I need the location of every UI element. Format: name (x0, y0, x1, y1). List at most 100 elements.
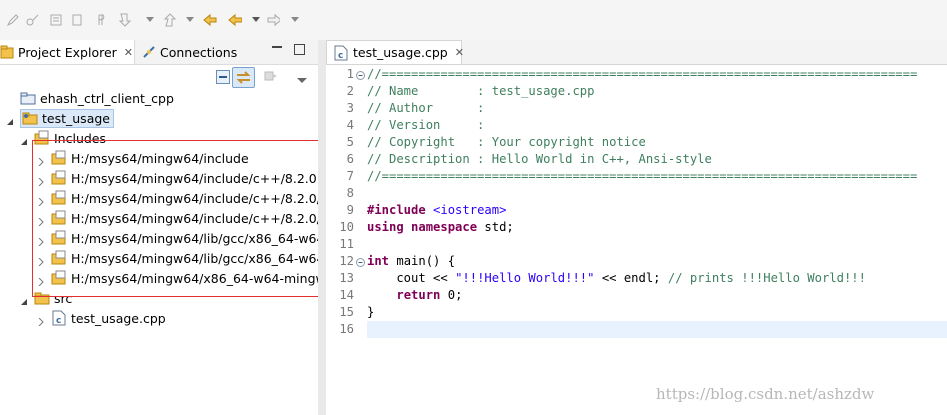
editor-tab-label: test_usage.cpp (353, 45, 448, 60)
tree-item-label: H:/msys64/mingw64/x86_64-w64-mingw32/ (71, 270, 346, 286)
last-edit-location-icon[interactable] (203, 13, 217, 27)
tree-item-includes[interactable]: Includes (20, 128, 106, 148)
line-number: 15 (339, 305, 354, 319)
close-icon[interactable]: ✕ (455, 46, 464, 59)
tree-item-label: src (54, 290, 73, 306)
selected-project[interactable]: test_usage (20, 108, 114, 128)
code-line: int main() { (367, 253, 455, 270)
tree-item-project[interactable]: test_usage (6, 108, 114, 128)
current-line-highlight (367, 321, 947, 338)
code-line: //======================================… (367, 67, 918, 81)
string-literal: "!!!Hello World!!!" (455, 271, 595, 285)
expanded-arrow-icon[interactable] (6, 114, 14, 125)
chevron-down-icon[interactable] (297, 73, 307, 87)
chevron-down-icon[interactable] (143, 13, 157, 27)
expanded-arrow-icon[interactable] (20, 134, 28, 145)
tree-item-include-path[interactable]: H:/msys64/mingw64/include/c++/8.2.0 (37, 168, 317, 188)
fold-toggle-icon[interactable] (356, 69, 365, 80)
fold-toggle-icon[interactable] (356, 256, 365, 267)
cpp-file-icon: c (333, 45, 349, 61)
collapsed-arrow-icon[interactable] (37, 234, 45, 247)
collapsed-arrow-icon[interactable] (37, 214, 45, 227)
line-number: 6 (346, 152, 354, 166)
tree-item-project[interactable]: ehash_ctrl_client_cpp (20, 88, 174, 108)
pencil-icon[interactable] (6, 13, 20, 27)
line-number: 12 (339, 254, 354, 268)
line-number: 9 (346, 203, 354, 217)
chevron-down-icon[interactable] (183, 13, 197, 27)
code-line: cout << "!!!Hello World!!!" << endl; // … (367, 270, 866, 287)
toggle-block-icon[interactable] (49, 13, 63, 27)
forward-icon[interactable] (266, 13, 280, 27)
tree-item-label: Includes (54, 130, 107, 146)
link-with-editor-icon[interactable] (232, 67, 255, 88)
collapsed-arrow-icon[interactable] (37, 194, 45, 207)
code-line: } (367, 305, 375, 319)
code-text: << endl; (594, 271, 668, 285)
tree-item-label: H:/msys64/mingw64/lib/gcc/x86_64-w64-m (71, 230, 342, 246)
comment: // prints !!!Hello World!!! (667, 271, 866, 285)
line-number: 11 (339, 237, 354, 251)
tab-label: Connections (160, 44, 238, 60)
chevron-down-icon[interactable] (288, 13, 302, 27)
chevron-down-icon[interactable] (249, 13, 263, 27)
tree-item-include-path[interactable]: H:/msys64/mingw64/include/c++/8.2.0/x86 (37, 208, 344, 228)
panel-splitter[interactable] (318, 40, 326, 415)
source-folder-icon (34, 290, 50, 306)
line-number-gutter: 1 2 3 4 5 6 7 8 9 10 11 12 13 14 15 16 (326, 66, 366, 415)
include-folder-icon (51, 270, 67, 286)
code-line: // Copyright : Your copyright notice (367, 135, 646, 149)
cpp-file-icon: c (51, 310, 67, 326)
line-number: 1 (346, 67, 354, 81)
tab-test-usage-cpp[interactable]: c test_usage.cpp ✕ (326, 40, 464, 64)
include-folder-icon (51, 150, 67, 166)
close-icon[interactable]: ✕ (124, 46, 133, 59)
line-number: 4 (346, 118, 354, 132)
code-text: 0; (440, 288, 463, 302)
line-number: 7 (346, 169, 354, 183)
collapsed-arrow-icon[interactable] (37, 154, 45, 167)
code-editor[interactable]: 1 2 3 4 5 6 7 8 9 10 11 12 13 14 15 16 /… (326, 66, 947, 415)
tab-connections[interactable]: Connections (142, 40, 237, 64)
tree-item-label: H:/msys64/mingw64/include/c++/8.2.0/bac (71, 190, 344, 206)
expanded-arrow-icon[interactable] (20, 294, 28, 305)
tree-item-label: H:/msys64/mingw64/include (71, 150, 249, 166)
tree-item-label: test_usage.cpp (71, 310, 166, 326)
maximize-icon[interactable] (294, 44, 305, 55)
code-line: // Description : Hello World in C++, Ans… (367, 152, 712, 166)
collapsed-arrow-icon[interactable] (37, 314, 45, 327)
tab-project-explorer[interactable]: Project Explorer ✕ (0, 40, 135, 64)
collapse-all-icon[interactable] (216, 70, 230, 84)
tree-item-src-folder[interactable]: src (20, 288, 72, 308)
project-folder-icon (22, 110, 38, 126)
view-menu-icon[interactable] (264, 70, 278, 82)
include-folder-icon (51, 190, 67, 206)
collapsed-arrow-icon[interactable] (37, 174, 45, 187)
project-explorer-panel: Project Explorer ✕ Connections ehash_ctr… (0, 40, 346, 415)
code-line: using namespace std; (367, 219, 514, 236)
collapsed-arrow-icon[interactable] (37, 274, 45, 287)
tree-item-include-path[interactable]: H:/msys64/mingw64/include (37, 148, 249, 168)
back-icon[interactable] (228, 13, 242, 27)
tree-item-include-path[interactable]: H:/msys64/mingw64/include/c++/8.2.0/bac (37, 188, 343, 208)
tree-item-include-path[interactable]: H:/msys64/mingw64/x86_64-w64-mingw32/ (37, 268, 346, 288)
annotation-icon[interactable] (26, 13, 40, 27)
line-number: 8 (346, 186, 354, 200)
minimize-icon[interactable] (272, 46, 282, 48)
line-number: 14 (339, 288, 354, 302)
collapsed-arrow-icon[interactable] (37, 254, 45, 267)
tree-item-label: test_usage (42, 110, 110, 126)
code-line: // Version : (367, 118, 485, 132)
whitespace-icon[interactable] (70, 13, 84, 27)
code-line: // Author : (367, 101, 485, 115)
svg-text:c: c (338, 51, 343, 61)
tab-label: Project Explorer (18, 44, 117, 60)
previous-annotation-icon[interactable] (163, 13, 177, 27)
tree-item-include-path[interactable]: H:/msys64/mingw64/lib/gcc/x86_64-w64-m (37, 228, 341, 248)
view-toolbar (0, 65, 318, 89)
tree-item-include-path[interactable]: H:/msys64/mingw64/lib/gcc/x86_64-w64-m (37, 248, 341, 268)
show-whitespace-icon[interactable] (93, 13, 107, 27)
connections-icon (142, 45, 156, 59)
tree-item-source-file[interactable]: c test_usage.cpp (37, 308, 166, 328)
next-annotation-icon[interactable] (118, 13, 132, 27)
